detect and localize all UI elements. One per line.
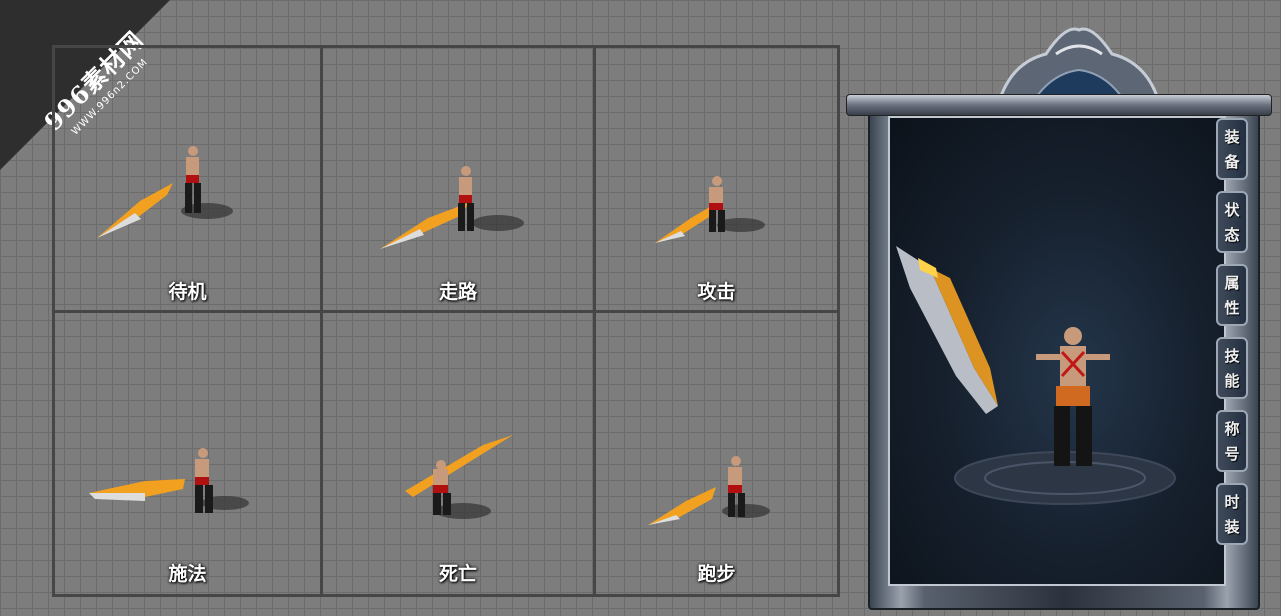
tab-fashion[interactable]: 时装 <box>1216 483 1248 545</box>
tab-titles[interactable]: 称号 <box>1216 410 1248 472</box>
animation-label: 死亡 <box>438 563 477 585</box>
animation-cell-run[interactable]: 跑步 <box>596 313 837 594</box>
animation-label: 攻击 <box>697 281 736 303</box>
animation-grid: 待机 走路 攻击 施法 死亡 跑步 <box>52 45 840 597</box>
death-sprite <box>405 435 513 519</box>
animation-cell-walk[interactable]: 走路 <box>323 48 596 313</box>
panel-top-bar <box>846 94 1272 116</box>
animation-label: 走路 <box>438 281 477 303</box>
tab-attributes[interactable]: 属性 <box>1216 264 1248 326</box>
character-panel: 装备 状态 属性 技能 称号 时装 <box>846 24 1272 610</box>
animation-label: 跑步 <box>697 563 736 585</box>
animation-cell-idle[interactable]: 待机 <box>55 48 323 313</box>
idle-sprite <box>97 146 233 238</box>
character-model <box>896 246 1176 505</box>
animation-cell-death[interactable]: 死亡 <box>323 313 596 594</box>
animation-label: 待机 <box>168 281 207 303</box>
animation-label: 施法 <box>168 563 207 585</box>
character-view <box>888 116 1226 586</box>
panel-tabs: 装备 状态 属性 技能 称号 时装 <box>1216 118 1250 556</box>
run-sprite <box>648 456 770 525</box>
walk-sprite <box>380 166 524 249</box>
tab-equipment[interactable]: 装备 <box>1216 118 1248 180</box>
tab-status[interactable]: 状态 <box>1216 191 1248 253</box>
animation-cell-cast[interactable]: 施法 <box>55 313 323 594</box>
attack-sprite <box>655 176 765 243</box>
animation-cell-attack[interactable]: 攻击 <box>596 48 837 313</box>
cast-sprite <box>89 448 249 513</box>
tab-skills[interactable]: 技能 <box>1216 337 1248 399</box>
